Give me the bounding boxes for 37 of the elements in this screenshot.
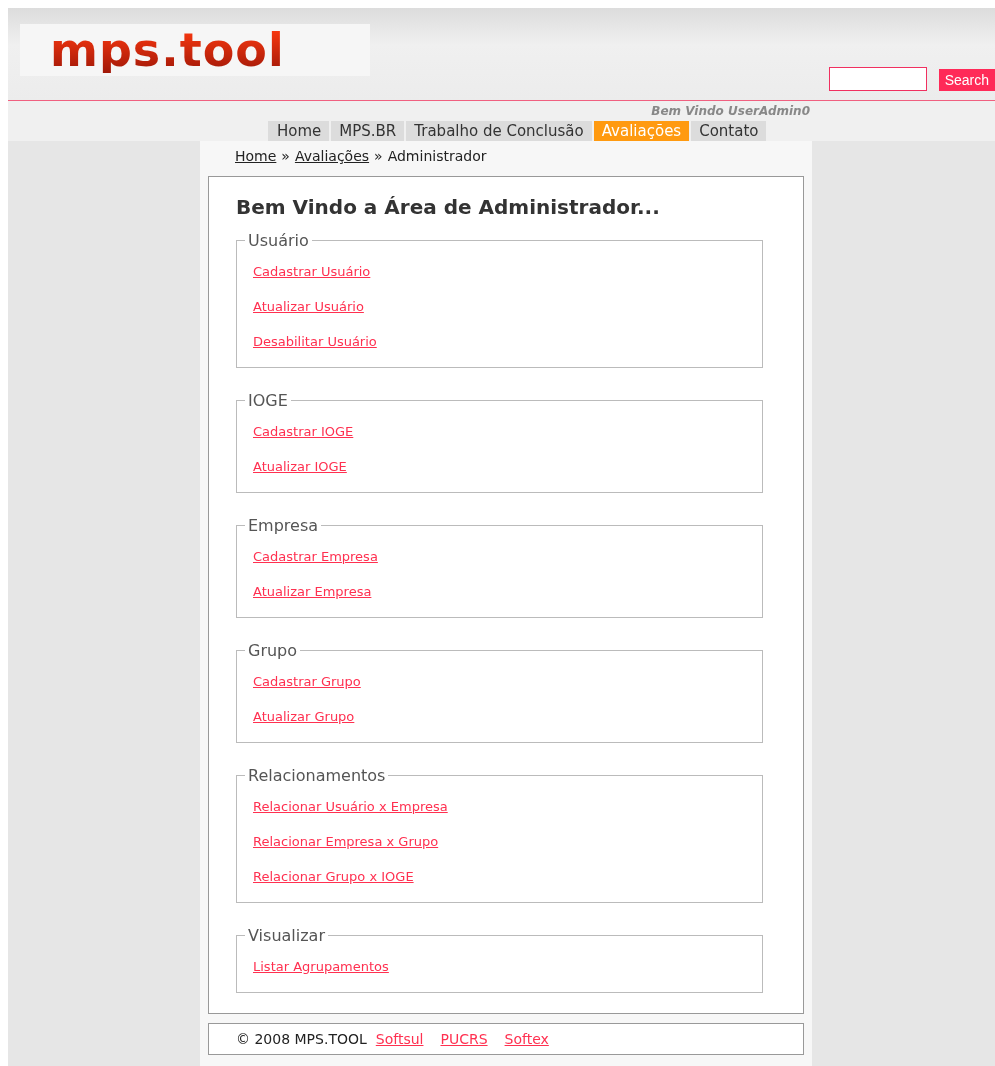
admin-link[interactable]: Cadastrar Empresa (253, 549, 378, 564)
search-field[interactable] (828, 67, 927, 91)
section-legend: Relacionamentos (245, 766, 389, 785)
admin-link[interactable]: Cadastrar IOGE (253, 424, 354, 439)
admin-link[interactable]: Listar Agrupamentos (253, 959, 389, 974)
admin-link[interactable]: Atualizar IOGE (253, 459, 347, 474)
breadcrumb-current: Administrador (387, 148, 487, 166)
admin-link[interactable]: Atualizar Usuário (253, 299, 364, 314)
nav-tab[interactable]: Contato (691, 121, 767, 141)
footer-link[interactable]: Softsul (375, 1031, 424, 1047)
breadcrumb-separator: » (281, 148, 290, 166)
admin-link[interactable]: Cadastrar Grupo (253, 674, 361, 689)
nav-tab[interactable]: MPS.BR (331, 121, 405, 141)
admin-link[interactable]: Desabilitar Usuário (253, 334, 377, 349)
footer-link[interactable]: Softex (504, 1031, 549, 1047)
admin-link[interactable]: Atualizar Empresa (253, 584, 372, 599)
section-legend: Empresa (245, 516, 322, 535)
admin-link[interactable]: Relacionar Usuário x Empresa (253, 799, 448, 814)
nav-tab[interactable]: Home (268, 121, 330, 141)
welcome-text: Bem Vindo UserAdmin0 (651, 103, 810, 120)
section-legend: Usuário (245, 231, 312, 250)
search-button[interactable]: Search (938, 69, 995, 91)
nav-tab[interactable]: Trabalho de Conclusão (406, 121, 592, 141)
section-legend: Visualizar (245, 926, 328, 945)
breadcrumb-link[interactable]: Avaliações (294, 148, 370, 176)
breadcrumb-separator: » (374, 148, 383, 166)
footer-link[interactable]: PUCRS (440, 1031, 488, 1047)
section-legend: Grupo (245, 641, 301, 660)
admin-link[interactable]: Atualizar Grupo (253, 709, 355, 724)
admin-link[interactable]: Cadastrar Usuário (253, 264, 371, 279)
page-title: Bem Vindo a Área de Administrador... (236, 195, 661, 219)
section-legend: IOGE (245, 391, 291, 410)
nav-tab[interactable]: Avaliações (593, 121, 690, 141)
breadcrumb-link[interactable]: Home (235, 148, 277, 176)
admin-link[interactable]: Relacionar Empresa x Grupo (253, 834, 439, 849)
admin-link[interactable]: Relacionar Grupo x IOGE (253, 869, 414, 884)
copyright-text: © 2008 MPS.TOOL (236, 1031, 367, 1047)
